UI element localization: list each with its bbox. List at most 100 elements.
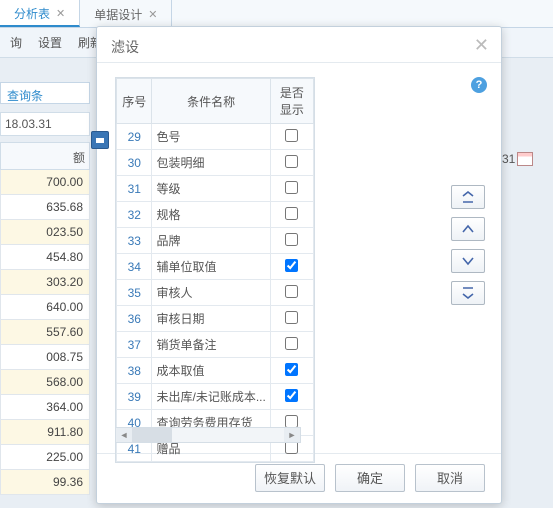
restore-default-button[interactable]: 恢复默认 [255,464,325,492]
show-checkbox[interactable] [285,415,298,428]
date-field[interactable]: 18.03.31 [0,112,90,136]
cell-sn: 39 [117,384,152,410]
cell-show [270,228,313,254]
ok-button[interactable]: 确定 [335,464,405,492]
move-bottom-button[interactable] [451,281,485,305]
table-row[interactable]: 30包装明细 [117,150,314,176]
table-row[interactable]: 32规格 [117,202,314,228]
table-row[interactable]: 34辅单位取值 [117,254,314,280]
show-checkbox[interactable] [285,311,298,324]
cell-show [270,306,313,332]
table-cell: 99.36 [0,470,90,495]
close-icon[interactable]: ✕ [474,35,489,56]
calendar-icon[interactable] [517,152,533,166]
cell-show [270,124,313,150]
table-row[interactable]: 36审核日期 [117,306,314,332]
col-sn[interactable]: 序号 [117,79,152,124]
col-show[interactable]: 是否显示 [270,79,313,124]
table-cell: 225.00 [0,445,90,470]
show-checkbox[interactable] [285,337,298,350]
cell-show [270,254,313,280]
horizontal-scrollbar[interactable]: ◄ ► [115,427,301,443]
cell-sn: 35 [117,280,152,306]
date-end-field[interactable]: 31 [502,148,547,170]
bg-data-column: 700.00 635.68 023.50 454.80 303.20 640.0… [0,170,90,495]
cell-show [270,150,313,176]
table-cell: 557.60 [0,320,90,345]
scroll-right-icon[interactable]: ► [284,428,300,442]
table-row[interactable]: 37销货单备注 [117,332,314,358]
cell-show [270,202,313,228]
cell-name: 包装明细 [152,150,270,176]
close-icon[interactable]: ✕ [56,7,65,20]
cell-sn: 29 [117,124,152,150]
close-icon[interactable]: ✕ [148,8,157,21]
table-cell: 303.20 [0,270,90,295]
tool-query[interactable]: 询 [2,34,30,51]
show-checkbox[interactable] [285,129,298,142]
table-row[interactable]: 35审核人 [117,280,314,306]
table-cell: 911.80 [0,420,90,445]
table-row[interactable]: 39未出库/未记账成本... [117,384,314,410]
cell-name: 销货单备注 [152,332,270,358]
tool-settings[interactable]: 设置 [30,34,70,51]
cell-sn: 37 [117,332,152,358]
cell-name: 审核人 [152,280,270,306]
cell-sn: 34 [117,254,152,280]
table-row[interactable]: 29色号 [117,124,314,150]
cell-show [270,280,313,306]
query-tab[interactable]: 查询条 [0,82,90,104]
cell-show [270,358,313,384]
chevron-up-icon [461,223,475,235]
help-icon[interactable]: ? [471,77,487,93]
bg-tabs: 分析表 ✕ 单据设计 ✕ [0,0,553,28]
table-row[interactable]: 31等级 [117,176,314,202]
col-name[interactable]: 条件名称 [152,79,270,124]
filter-dialog: 滤设 ✕ ? 序号 条件名称 是否显示 29色号30包装明细31等级32规格33… [96,26,502,504]
cell-show [270,176,313,202]
show-checkbox[interactable] [285,181,298,194]
show-checkbox[interactable] [285,259,298,272]
save-icon[interactable] [91,131,109,149]
table-cell: 640.00 [0,295,90,320]
cancel-button[interactable]: 取消 [415,464,485,492]
move-up-button[interactable] [451,217,485,241]
cell-name: 品牌 [152,228,270,254]
chevron-top-icon [461,191,475,203]
cell-show [270,384,313,410]
dialog-body: ? 序号 条件名称 是否显示 29色号30包装明细31等级32规格33品牌34辅… [97,63,501,453]
bg-col-head: 额 [0,142,90,170]
show-checkbox[interactable] [285,155,298,168]
cell-sn: 31 [117,176,152,202]
cell-show [270,332,313,358]
dialog-title-bar: 滤设 ✕ [97,27,501,63]
table-cell: 008.75 [0,345,90,370]
cell-name: 成本取值 [152,358,270,384]
show-checkbox[interactable] [285,363,298,376]
move-down-button[interactable] [451,249,485,273]
table-row[interactable]: 33品牌 [117,228,314,254]
show-checkbox[interactable] [285,233,298,246]
show-checkbox[interactable] [285,207,298,220]
filter-grid: 序号 条件名称 是否显示 29色号30包装明细31等级32规格33品牌34辅单位… [115,77,315,463]
table-cell: 635.68 [0,195,90,220]
cell-sn: 33 [117,228,152,254]
show-checkbox[interactable] [285,285,298,298]
cell-name: 色号 [152,124,270,150]
cell-sn: 32 [117,202,152,228]
scroll-thumb[interactable] [132,428,172,442]
cell-name: 审核日期 [152,306,270,332]
bg-tab-label: 分析表 [14,5,50,22]
table-row[interactable]: 38成本取值 [117,358,314,384]
scroll-left-icon[interactable]: ◄ [116,428,132,442]
move-top-button[interactable] [451,185,485,209]
dialog-title: 滤设 [111,39,139,55]
bg-tab-design[interactable]: 单据设计 ✕ [80,0,172,27]
bg-tab-analysis[interactable]: 分析表 ✕ [0,0,80,27]
table-cell: 023.50 [0,220,90,245]
show-checkbox[interactable] [285,389,298,402]
table-cell: 568.00 [0,370,90,395]
cell-name: 规格 [152,202,270,228]
table-cell: 364.00 [0,395,90,420]
bg-tab-label: 单据设计 [94,6,142,23]
